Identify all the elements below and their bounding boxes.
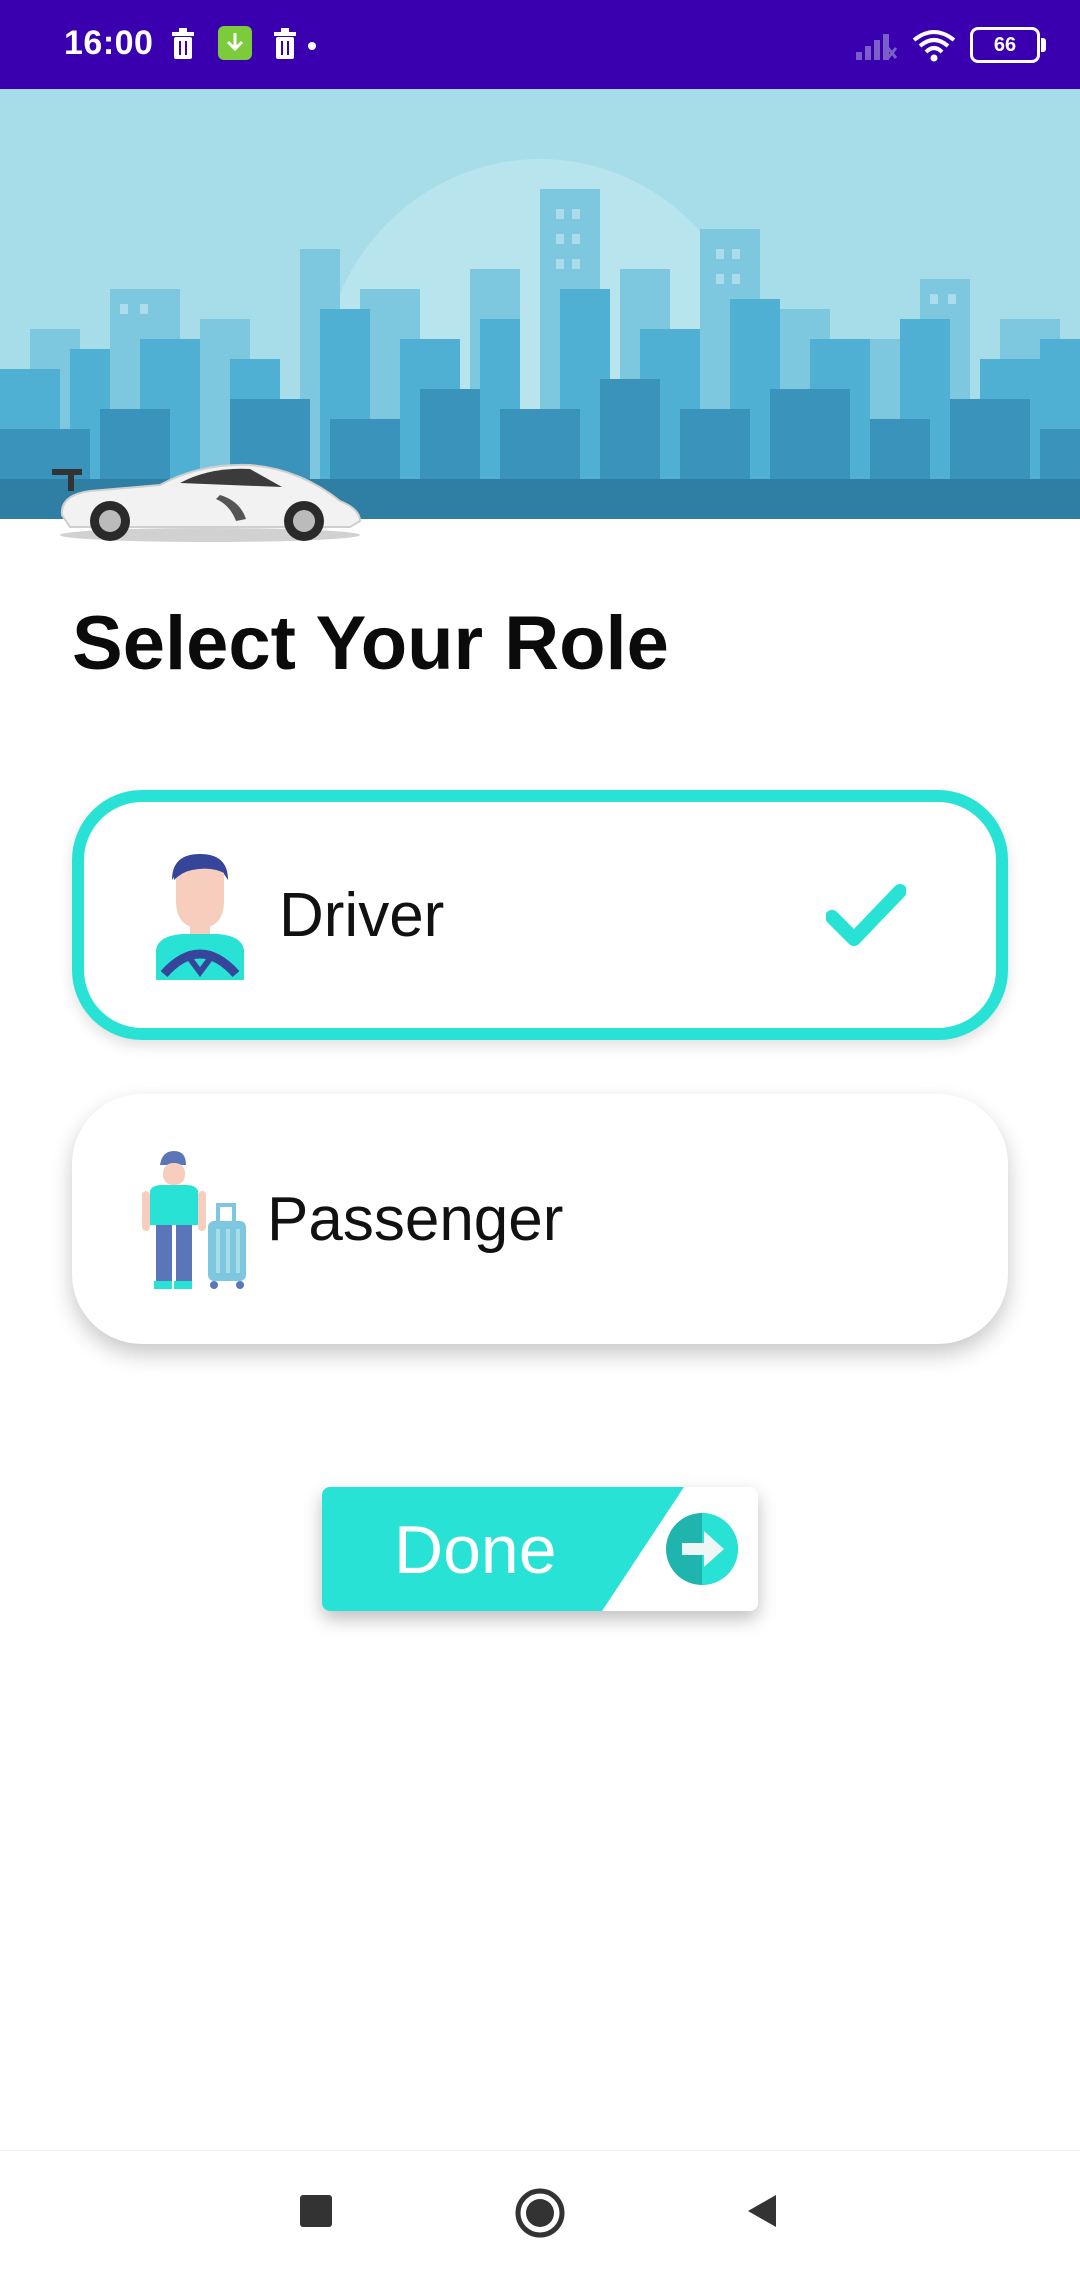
home-button[interactable] — [514, 2187, 566, 2239]
done-label: Done — [394, 1512, 557, 1588]
download-icon — [218, 26, 252, 60]
role-option-driver[interactable]: Driver — [72, 790, 1008, 1040]
wifi-icon — [912, 30, 956, 62]
trash-icon — [274, 28, 296, 59]
passenger-avatar-icon — [142, 1151, 246, 1289]
done-button[interactable]: Done — [322, 1487, 758, 1611]
dot-icon — [308, 42, 316, 50]
role-option-passenger[interactable]: Passenger — [72, 1094, 1008, 1344]
check-icon — [826, 884, 906, 946]
status-time: 16:00 — [64, 24, 154, 62]
navigation-bar — [0, 2150, 1080, 2281]
status-bar: 16:00 66 — [0, 0, 1080, 89]
battery-icon: 66 — [970, 27, 1046, 63]
back-button[interactable] — [742, 2191, 782, 2231]
car-illustration — [52, 463, 362, 542]
recents-button[interactable] — [296, 2191, 336, 2231]
signal-icon — [856, 34, 898, 60]
driver-avatar-icon — [156, 854, 244, 980]
page-title: Select Your Role — [72, 601, 669, 686]
trash-icon — [172, 28, 194, 59]
battery-level: 66 — [993, 34, 1017, 56]
role-label-passenger: Passenger — [267, 1184, 564, 1254]
arrow-right-icon — [666, 1513, 738, 1585]
role-label-driver: Driver — [279, 880, 445, 950]
